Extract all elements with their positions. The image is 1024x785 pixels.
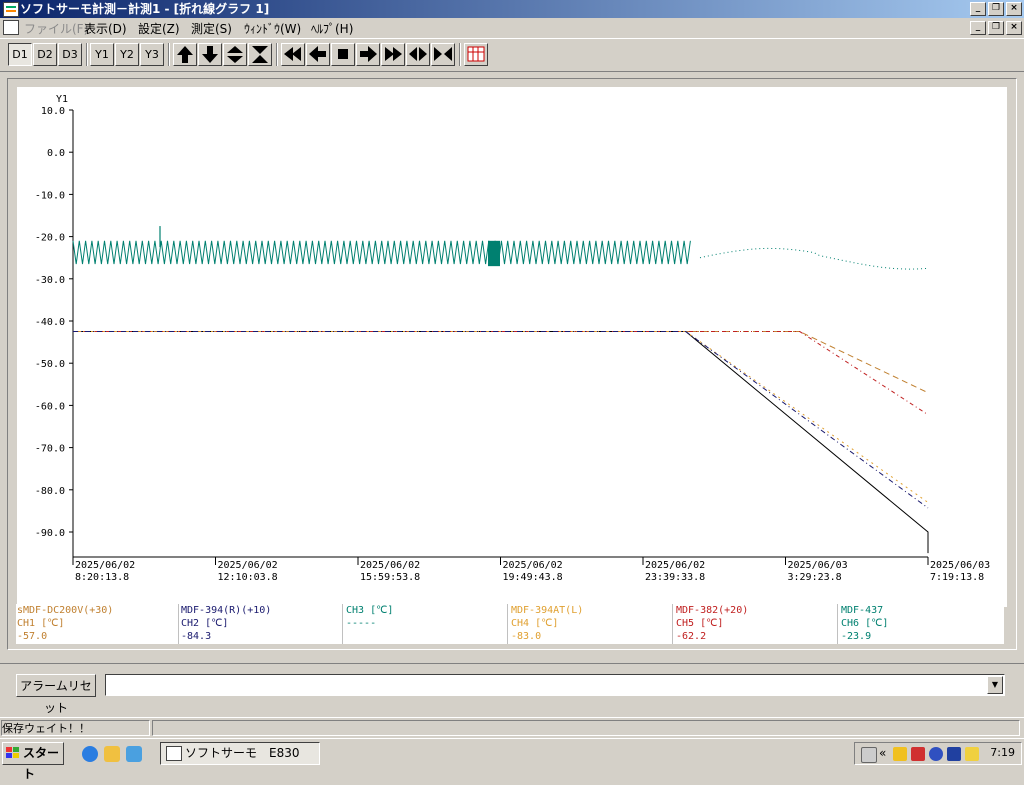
menu-measure[interactable]: 測定(S) [191, 20, 232, 37]
star-icon[interactable] [965, 747, 979, 761]
legend-ch3-value: ----- [346, 618, 377, 629]
system-tray: « 7:19 [854, 742, 1022, 765]
windows-logo-icon [6, 747, 19, 759]
legend-ch6[interactable]: MDF-437 CH6 [℃] -23.9 [840, 604, 1003, 644]
folder-icon[interactable] [104, 746, 120, 762]
alarm-bar: アラームリセット ▼ [0, 663, 1024, 715]
d2-button[interactable]: D2 [33, 43, 57, 66]
step-forward-icon[interactable] [356, 43, 380, 66]
chevron-down-icon[interactable]: ▼ [987, 676, 1003, 694]
info-icon[interactable] [929, 747, 943, 761]
title-bar[interactable]: ソフトサーモ計測－計測1 - [折れ線グラフ 1] _ ❐ × [0, 0, 1024, 18]
rewind-icon[interactable] [281, 43, 305, 66]
taskbar-app-label: ソフトサーモ E830 [185, 746, 300, 760]
shrink-vertical-icon[interactable] [248, 43, 272, 66]
legend-ch5-channel: CH5 [℃] [676, 618, 724, 629]
legend-ch5-value: -62.2 [676, 631, 707, 642]
taskbar-app-item[interactable]: ソフトサーモ E830 [160, 742, 320, 765]
shrink-horizontal-icon[interactable] [431, 43, 455, 66]
taskbar: スタート ソフトサーモ E830 « 7:19 [0, 738, 1024, 781]
legend-ch3-channel: CH3 [℃] [346, 605, 394, 616]
legend-ch2-value: -84.3 [181, 631, 212, 642]
play-icon[interactable] [947, 747, 961, 761]
close-button[interactable]: × [1006, 2, 1022, 16]
d3-button[interactable]: D3 [58, 43, 82, 66]
keyboard-icon[interactable] [861, 747, 877, 763]
restore-button[interactable]: ❐ [988, 2, 1004, 16]
menu-window[interactable]: ｳｨﾝﾄﾞｳ(W) [244, 20, 301, 37]
menu-file[interactable]: ファイル(F) [24, 20, 88, 37]
legend-ch1-value: -57.0 [17, 631, 48, 642]
shield-icon[interactable] [893, 747, 907, 761]
stop-icon[interactable] [331, 43, 355, 66]
legend-ch4-name: MDF-394AT(L) [511, 605, 584, 616]
status-bar: 保存ウェイト！！ [0, 717, 1024, 738]
app-icon[interactable] [3, 2, 19, 17]
table-icon[interactable] [464, 43, 488, 66]
menu-bar: ファイル(F) 表示(D) 設定(Z) 測定(S) ｳｨﾝﾄﾞｳ(W) ﾍﾙﾌﾟ… [0, 18, 1024, 37]
fast-forward-icon[interactable] [381, 43, 405, 66]
legend-ch1-channel: CH1 [℃] [17, 618, 65, 629]
status-pane [152, 720, 1020, 736]
arrow-down-icon[interactable] [198, 43, 222, 66]
toolbar-separator [168, 43, 170, 66]
d1-button[interactable]: D1 [8, 43, 32, 66]
child-minimize-button[interactable]: _ [970, 21, 986, 35]
status-text: 保存ウェイト！！ [1, 720, 150, 736]
menu-help[interactable]: ﾍﾙﾌﾟ(H) [311, 20, 353, 37]
y2-button[interactable]: Y2 [115, 43, 139, 66]
legend-ch1[interactable]: sMDF-DC200V(+30) CH1 [℃] -57.0 [16, 604, 179, 644]
zoom-horizontal-icon[interactable] [406, 43, 430, 66]
legend-ch6-value: -23.9 [841, 631, 872, 642]
legend-ch6-channel: CH6 [℃] [841, 618, 889, 629]
toolbar-separator [276, 43, 278, 66]
legend-ch4-channel: CH4 [℃] [511, 618, 559, 629]
y3-button[interactable]: Y3 [140, 43, 164, 66]
internet-explorer-icon[interactable] [82, 746, 98, 762]
chevron-left-icon[interactable]: « [879, 746, 886, 760]
legend-ch2-channel: CH2 [℃] [181, 618, 229, 629]
legend-ch2[interactable]: MDF-394(R)(+10) CH2 [℃] -84.3 [180, 604, 343, 644]
legend-ch6-name: MDF-437 [841, 605, 884, 616]
start-label: スタート [23, 746, 60, 781]
toolbar: D1 D2 D3 Y1 Y2 Y3 [0, 38, 1024, 72]
expand-vertical-icon[interactable] [223, 43, 247, 66]
toolbar-separator [459, 43, 461, 66]
clock: 7:19 [990, 746, 1015, 759]
legend-ch4-value: -83.0 [511, 631, 542, 642]
alarm-message-combo[interactable]: ▼ [105, 674, 1005, 696]
desktop-icon[interactable] [126, 746, 142, 762]
app-icon [166, 746, 182, 761]
security-shield-icon[interactable] [911, 747, 925, 761]
alarm-reset-button[interactable]: アラームリセット [16, 674, 96, 715]
window-title: ソフトサーモ計測－計測1 - [折れ線グラフ 1] [20, 2, 270, 16]
plot-background [17, 87, 1007, 607]
child-close-button[interactable]: × [1006, 21, 1022, 35]
legend-ch5[interactable]: MDF-382(+20) CH5 [℃] -62.2 [675, 604, 838, 644]
document-icon[interactable] [3, 20, 19, 35]
toolbar-separator [86, 43, 88, 66]
arrow-up-icon[interactable] [173, 43, 197, 66]
legend-ch5-name: MDF-382(+20) [676, 605, 749, 616]
legend-ch2-name: MDF-394(R)(+10) [181, 605, 272, 616]
start-button[interactable]: スタート [2, 742, 64, 781]
legend-ch4[interactable]: MDF-394AT(L) CH4 [℃] -83.0 [510, 604, 673, 644]
child-restore-button[interactable]: ❐ [988, 21, 1004, 35]
legend-ch3[interactable]: CH3 [℃] ----- [345, 604, 508, 644]
menu-view[interactable]: 表示(D) [84, 20, 127, 37]
y1-button[interactable]: Y1 [90, 43, 114, 66]
menu-settings[interactable]: 設定(Z) [138, 20, 180, 37]
legend-ch1-name: sMDF-DC200V(+30) [17, 605, 114, 616]
channel-legend: sMDF-DC200V(+30) CH1 [℃] -57.0 MDF-394(R… [16, 604, 1004, 644]
chart-panel [7, 78, 1017, 650]
minimize-button[interactable]: _ [970, 2, 986, 16]
step-back-icon[interactable] [306, 43, 330, 66]
